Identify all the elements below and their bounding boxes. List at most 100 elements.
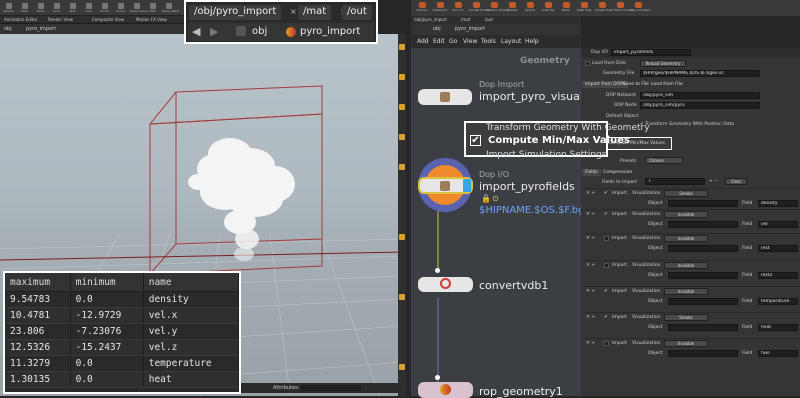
crumb-obj[interactable]: obj [252, 26, 267, 37]
visualization-dropdown[interactable]: Invisible [664, 235, 708, 242]
tab-fields[interactable]: Fields [582, 169, 601, 176]
import-checkbox[interactable] [604, 341, 609, 346]
remove-field-icon[interactable]: ✕ + [586, 191, 595, 196]
load-from-disk-checkbox[interactable] [585, 61, 590, 66]
display-option-icon[interactable] [399, 294, 405, 300]
field-input[interactable]: heat [758, 324, 798, 331]
shelf-tool-button[interactable]: Fireball [505, 2, 519, 15]
remove-field-icon[interactable]: ✕ + [586, 263, 595, 268]
convertvdb-node[interactable] [418, 277, 473, 292]
checkmark-icon[interactable]: ✔ [604, 191, 608, 196]
menu-help[interactable]: Help [525, 38, 539, 45]
network-tab-mat[interactable]: /mat [461, 17, 470, 22]
shelf-tool-button[interactable]: Draw Curve [130, 3, 148, 15]
shelf-tool-button[interactable]: Smoke Plume [469, 2, 489, 15]
node-name-convertvdb1[interactable]: convertvdb1 [479, 279, 548, 292]
field-input[interactable]: vel [758, 221, 798, 228]
field-input[interactable]: rest2 [758, 272, 798, 279]
object-input[interactable] [668, 221, 738, 228]
shelf-tool-button[interactable]: Curve [114, 3, 127, 15]
object-input[interactable] [668, 272, 738, 279]
shelf-tool-button[interactable]: Wisp Trail [577, 2, 591, 15]
shelf-tool-button[interactable]: Grid [50, 3, 63, 15]
network-tab-obj[interactable]: /obj/pyro_import [414, 17, 447, 22]
checkmark-icon[interactable]: ✔ [604, 315, 608, 320]
network-crumb-obj[interactable]: obj [433, 26, 441, 32]
shelf-tool-button[interactable]: Line [82, 3, 95, 15]
remove-field-icon[interactable]: ✕ + [586, 315, 595, 320]
import-checkbox[interactable] [604, 236, 609, 241]
display-option-icon[interactable] [399, 74, 405, 80]
shelf-tool-button[interactable]: Billowy Smoke [487, 2, 509, 15]
path-tab-obj[interactable]: /obj/pyro_import [189, 5, 282, 20]
add-multiparm-icon[interactable]: + − [709, 179, 718, 184]
object-input[interactable] [668, 350, 738, 357]
menu-edit[interactable]: Edit [433, 38, 445, 45]
node-name-import-pyrofields[interactable]: import_pyrofields [479, 180, 575, 193]
visualization-dropdown[interactable]: Invisible [664, 288, 708, 295]
column-header-maximum[interactable]: maximum [5, 273, 71, 292]
pane-tab[interactable]: Motion FX View [136, 17, 167, 22]
checkmark-icon[interactable]: ✔ [604, 212, 608, 217]
shelf-tool-button[interactable]: Spray Paint [162, 3, 179, 15]
field-input[interactable]: rest [758, 245, 798, 252]
dop-node-input[interactable]: /obj/pyro_sim/pyro [640, 102, 760, 109]
visualization-dropdown[interactable]: Invisible [664, 211, 708, 218]
display-option-icon[interactable] [399, 134, 405, 140]
crumb-pyro-import[interactable]: pyro_import [300, 26, 360, 37]
remove-field-icon[interactable]: ✕ + [586, 289, 595, 294]
reload-geometry-button[interactable]: Reload Geometry [640, 60, 686, 67]
param-node-name-input[interactable]: import_pyrofields [611, 49, 691, 56]
input-connector-dot[interactable] [435, 375, 440, 380]
input-connector-dot[interactable] [435, 268, 440, 273]
shelf-tool-button[interactable]: Circle [98, 3, 111, 15]
menu-view[interactable]: View [463, 38, 477, 45]
tab-load-from-file[interactable]: Load from File [648, 81, 686, 88]
pane-tab[interactable]: Animation Editor [4, 17, 38, 22]
geometry-file-input[interactable]: $HIP/geo/$HIPNAME.$OS.$F.bgeo.sc [640, 70, 760, 77]
field-input[interactable]: density [758, 200, 798, 207]
display-option-icon[interactable] [399, 234, 405, 240]
shelf-tool-button[interactable]: Sphere [2, 3, 15, 15]
object-input[interactable] [668, 245, 738, 252]
shelf-tool-button[interactable]: Smoke Trail [595, 2, 612, 15]
menu-add[interactable]: Add [417, 38, 429, 45]
object-input[interactable] [668, 200, 738, 207]
object-input[interactable] [668, 298, 738, 305]
column-header-name[interactable]: name [143, 273, 240, 292]
path-tab-out[interactable]: /out [342, 5, 372, 20]
shelf-tool-button[interactable]: Path [146, 3, 159, 15]
attributes-filter-input[interactable] [301, 385, 361, 391]
visualization-dropdown[interactable]: Smoke [664, 190, 708, 197]
shelf-tool-button[interactable]: Explosion [433, 2, 447, 15]
display-option-icon[interactable] [399, 104, 405, 110]
menu-layout[interactable]: Layout [501, 38, 521, 45]
path-crumb-node[interactable]: pyro_import [26, 26, 56, 32]
dop-network-input[interactable]: /obj/pyro_sim [640, 92, 760, 99]
clear-button[interactable]: Clear [725, 178, 747, 185]
pane-tab[interactable]: Composite View [92, 17, 124, 22]
shelf-tool-button[interactable]: Pyro Clusters [631, 2, 651, 15]
shelf-tool-button[interactable]: Torus [34, 3, 47, 15]
shelf-tool-button[interactable]: Blast [559, 2, 573, 15]
shelf-tool-button[interactable]: Flames [415, 2, 429, 15]
visualization-dropdown[interactable]: Smoke [664, 314, 708, 321]
column-header-minimum[interactable]: minimum [70, 273, 144, 292]
shelf-tool-button[interactable]: Dust Tail [541, 2, 555, 15]
menu-go[interactable]: Go [449, 38, 457, 45]
dop-io-node[interactable] [418, 177, 473, 194]
presets-dropdown[interactable]: Choose [645, 157, 683, 164]
shelf-tool-button[interactable]: Flame Cluster [613, 2, 634, 15]
menu-tools[interactable]: Tools [481, 38, 496, 45]
network-crumb-node[interactable]: pyro_import [455, 26, 485, 32]
display-flag-icon[interactable] [463, 179, 471, 192]
object-input[interactable] [668, 324, 738, 331]
shelf-tool-button[interactable]: Sparks [523, 2, 537, 15]
network-tab-out[interactable]: /out [485, 17, 493, 22]
dop-import-node[interactable] [418, 89, 472, 105]
pane-tab[interactable]: Render View [48, 17, 73, 22]
compute-minmax-checkbox[interactable]: ✔ [470, 135, 481, 146]
visualization-dropdown[interactable]: Invisible [664, 340, 708, 347]
shelf-tool-button[interactable]: Pyro Fx [451, 2, 465, 15]
field-input[interactable]: fuel [758, 350, 798, 357]
